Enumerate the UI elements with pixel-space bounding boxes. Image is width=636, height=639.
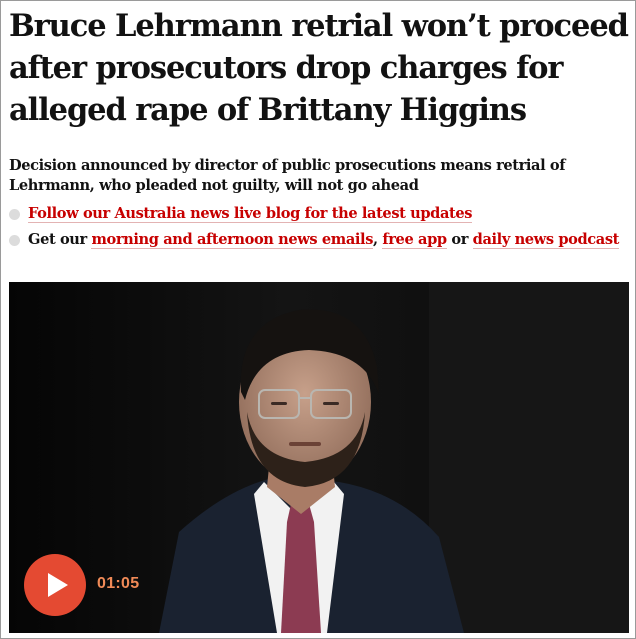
- bullet-or-text: or: [446, 231, 473, 248]
- bullet-dot-icon: [9, 209, 20, 220]
- bullet-dot-icon: [9, 235, 20, 246]
- bullet-separator-text: ,: [373, 231, 383, 248]
- free-app-link[interactable]: free app: [382, 231, 447, 249]
- play-button[interactable]: [24, 554, 86, 616]
- article-card: Bruce Lehrmann retrial won’t proceed aft…: [0, 0, 636, 639]
- list-item: Get our morning and afternoon news email…: [9, 230, 629, 250]
- list-item: Follow our Australia news live blog for …: [9, 204, 629, 224]
- bullet-prefix-text: Get our: [28, 231, 92, 248]
- video-duration: 01:05: [97, 575, 140, 592]
- video-player[interactable]: 01:05: [9, 282, 629, 633]
- standfirst: Decision announced by director of public…: [9, 157, 566, 194]
- live-blog-link[interactable]: Follow our Australia news live blog for …: [28, 205, 472, 223]
- related-links-list: Follow our Australia news live blog for …: [9, 204, 629, 250]
- news-emails-link[interactable]: morning and afternoon news emails: [91, 231, 373, 249]
- play-icon: [47, 573, 68, 597]
- daily-podcast-link[interactable]: daily news podcast: [472, 231, 619, 249]
- headline[interactable]: Bruce Lehrmann retrial won’t proceed aft…: [9, 5, 629, 131]
